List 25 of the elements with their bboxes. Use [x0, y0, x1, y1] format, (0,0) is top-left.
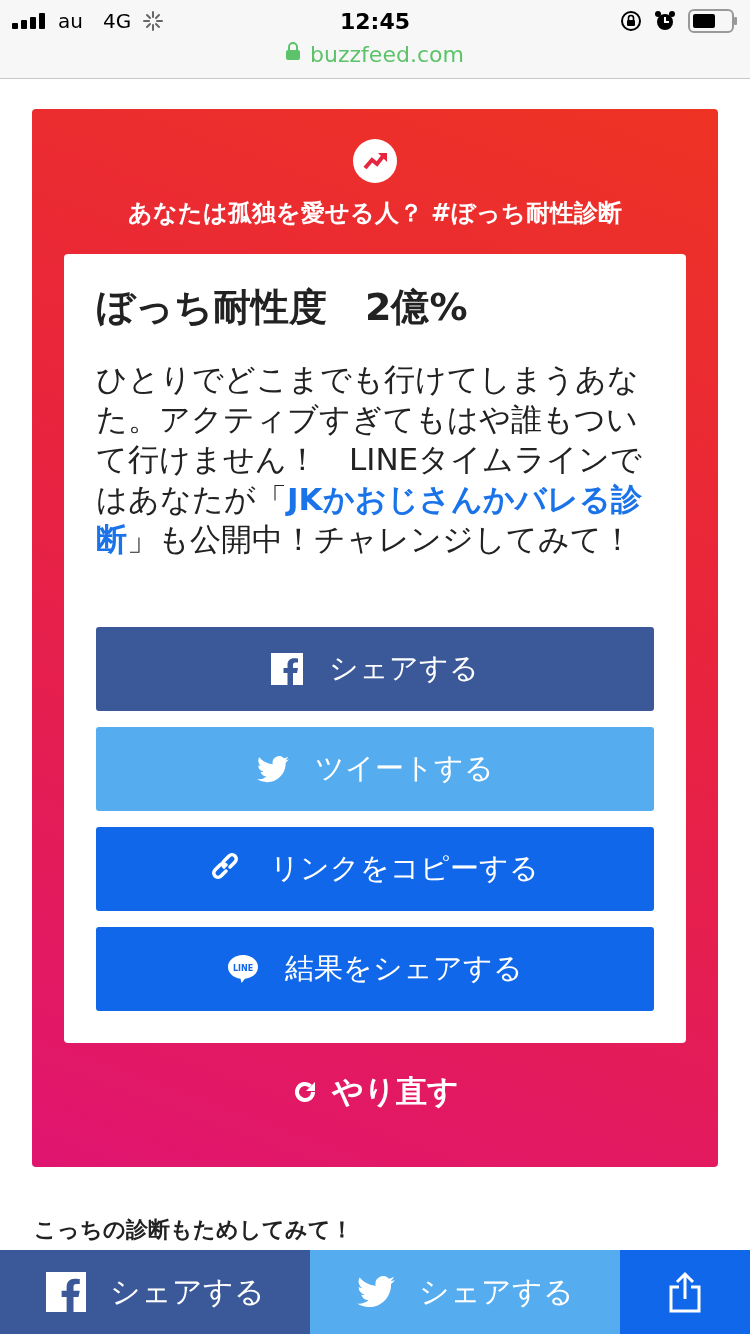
facebook-share-button[interactable]: シェアする	[96, 627, 654, 711]
clock-time: 12:45	[339, 8, 411, 34]
bird-icon	[256, 755, 289, 783]
bird-icon	[356, 1276, 395, 1308]
network-type: 4G	[102, 9, 132, 33]
alarm-icon	[654, 10, 676, 32]
carrier-name: au	[58, 9, 83, 33]
line-logo-icon: LINE	[227, 954, 259, 984]
facebook-icon	[271, 653, 303, 685]
link-share-button[interactable]: リンクをコピーする	[96, 827, 654, 911]
section-heading: こっちの診断もためしてみて！	[34, 1217, 354, 1243]
battery-icon	[688, 9, 738, 33]
loading-icon	[143, 11, 164, 31]
facebook-share-button[interactable]: シェアする	[0, 1250, 310, 1334]
lock-icon	[286, 42, 301, 60]
result-heading: ぼっち耐性度 2億%	[96, 284, 469, 331]
result-description: ひとりでどこまでも行けてしまうあなた。アクティブすぎてもはや誰もついて行けません！ LINEタイムラインではあなたが「JKかおじさんかバレる診断」も公開中！チャレンジしてみて！	[96, 360, 644, 559]
signal-icon	[12, 13, 46, 29]
share-share-button[interactable]	[620, 1250, 750, 1334]
share-icon	[668, 1271, 702, 1313]
facebook-icon	[45, 1272, 86, 1312]
rotation-lock-icon	[620, 10, 642, 32]
retry-button[interactable]: やり直す	[291, 1071, 459, 1113]
line-share-button[interactable]: LINE 結果をシェアする	[96, 927, 654, 1011]
quiz-title: あなたは孤独を愛せる人？ #ぼっち耐性診断	[127, 198, 623, 229]
